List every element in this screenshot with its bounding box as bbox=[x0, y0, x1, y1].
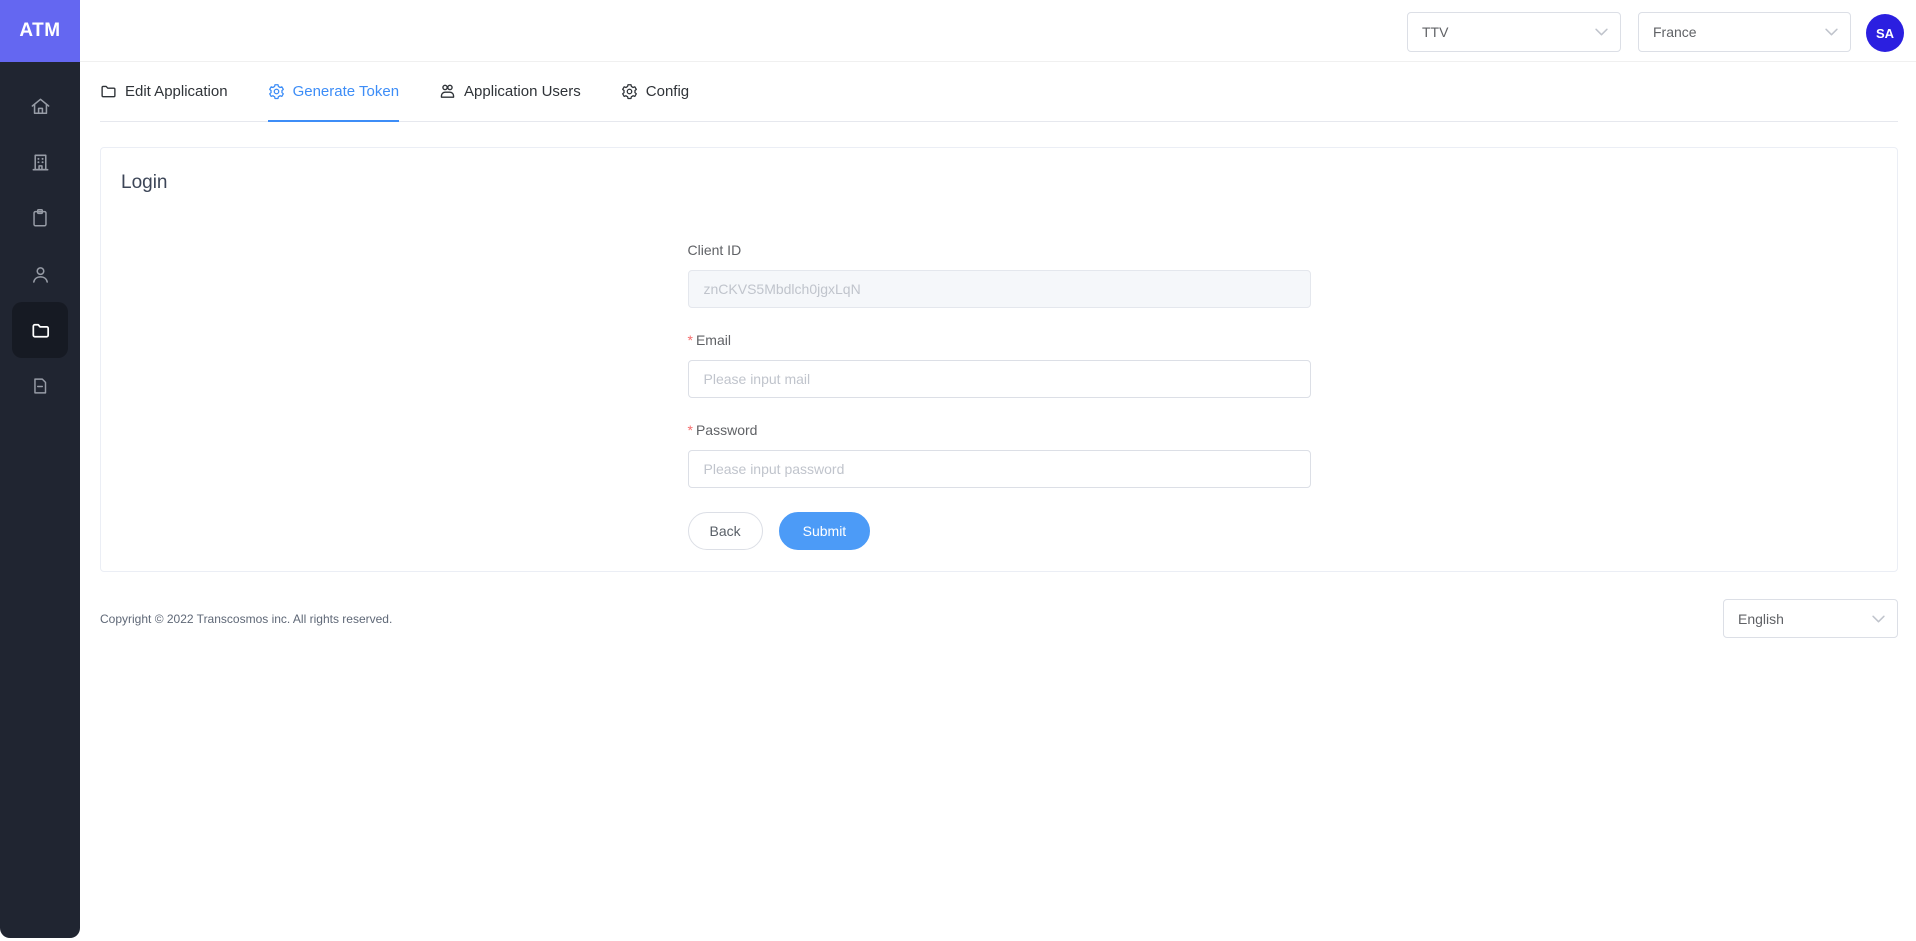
password-field[interactable] bbox=[688, 450, 1311, 488]
password-label: *Password bbox=[688, 422, 1311, 438]
client-id-label: Client ID bbox=[688, 242, 1311, 258]
tab-label: Generate Token bbox=[293, 83, 399, 100]
submit-button[interactable]: Submit bbox=[779, 512, 871, 550]
login-form: Client ID *Email *Password Back Submit bbox=[688, 242, 1311, 550]
tab-label: Application Users bbox=[464, 83, 581, 100]
users-icon bbox=[439, 83, 456, 100]
environment-select-value: TTV bbox=[1422, 24, 1448, 40]
sidebar-nav bbox=[0, 62, 80, 938]
back-button[interactable]: Back bbox=[688, 512, 763, 550]
document-icon bbox=[29, 375, 51, 397]
password-form-item: *Password bbox=[688, 422, 1311, 488]
user-icon bbox=[29, 263, 52, 286]
language-select-value: English bbox=[1738, 611, 1784, 627]
folder-icon bbox=[29, 319, 52, 342]
app-logo: ATM bbox=[0, 0, 80, 62]
client-id-field bbox=[688, 270, 1311, 308]
sidebar-item-organization[interactable] bbox=[12, 134, 68, 190]
clipboard-icon bbox=[29, 207, 51, 229]
home-icon bbox=[29, 95, 52, 118]
required-asterisk: * bbox=[688, 422, 693, 438]
user-avatar[interactable]: SA bbox=[1866, 14, 1904, 52]
chevron-down-icon bbox=[1595, 28, 1608, 36]
copyright-text: Copyright © 2022 Transcosmos inc. All ri… bbox=[100, 612, 392, 626]
tab-label: Config bbox=[646, 83, 689, 100]
email-field[interactable] bbox=[688, 360, 1311, 398]
building-icon bbox=[29, 151, 52, 174]
chevron-down-icon bbox=[1825, 28, 1838, 36]
tab-label: Edit Application bbox=[125, 83, 228, 100]
country-select-value: France bbox=[1653, 24, 1697, 40]
form-actions: Back Submit bbox=[688, 512, 1311, 550]
email-label: *Email bbox=[688, 332, 1311, 348]
environment-select[interactable]: TTV bbox=[1407, 12, 1621, 52]
country-select[interactable]: France bbox=[1638, 12, 1851, 52]
required-asterisk: * bbox=[688, 332, 693, 348]
folder-icon bbox=[100, 83, 117, 100]
gear-icon bbox=[621, 83, 638, 100]
top-header: ATM TTV France SA bbox=[0, 0, 1916, 62]
sidebar-item-tasks[interactable] bbox=[12, 190, 68, 246]
sidebar-item-applications[interactable] bbox=[12, 302, 68, 358]
page-footer: Copyright © 2022 Transcosmos inc. All ri… bbox=[100, 599, 1898, 638]
tab-application-users[interactable]: Application Users bbox=[439, 62, 581, 121]
chevron-down-icon bbox=[1872, 615, 1885, 623]
client-id-form-item: Client ID bbox=[688, 242, 1311, 308]
card-title: Login bbox=[121, 172, 1877, 194]
tab-generate-token[interactable]: Generate Token bbox=[268, 62, 399, 121]
sidebar-item-users[interactable] bbox=[12, 246, 68, 302]
email-form-item: *Email bbox=[688, 332, 1311, 398]
gear-icon bbox=[268, 83, 285, 100]
tab-config[interactable]: Config bbox=[621, 62, 689, 121]
main-content: Edit Application Generate Token Applicat… bbox=[80, 62, 1916, 638]
sidebar-item-home[interactable] bbox=[12, 78, 68, 134]
login-card: Login Client ID *Email *Password Back Su… bbox=[100, 147, 1898, 572]
tab-edit-application[interactable]: Edit Application bbox=[100, 62, 228, 121]
language-select[interactable]: English bbox=[1723, 599, 1898, 638]
sidebar-item-documents[interactable] bbox=[12, 358, 68, 414]
tab-bar: Edit Application Generate Token Applicat… bbox=[100, 62, 1898, 122]
